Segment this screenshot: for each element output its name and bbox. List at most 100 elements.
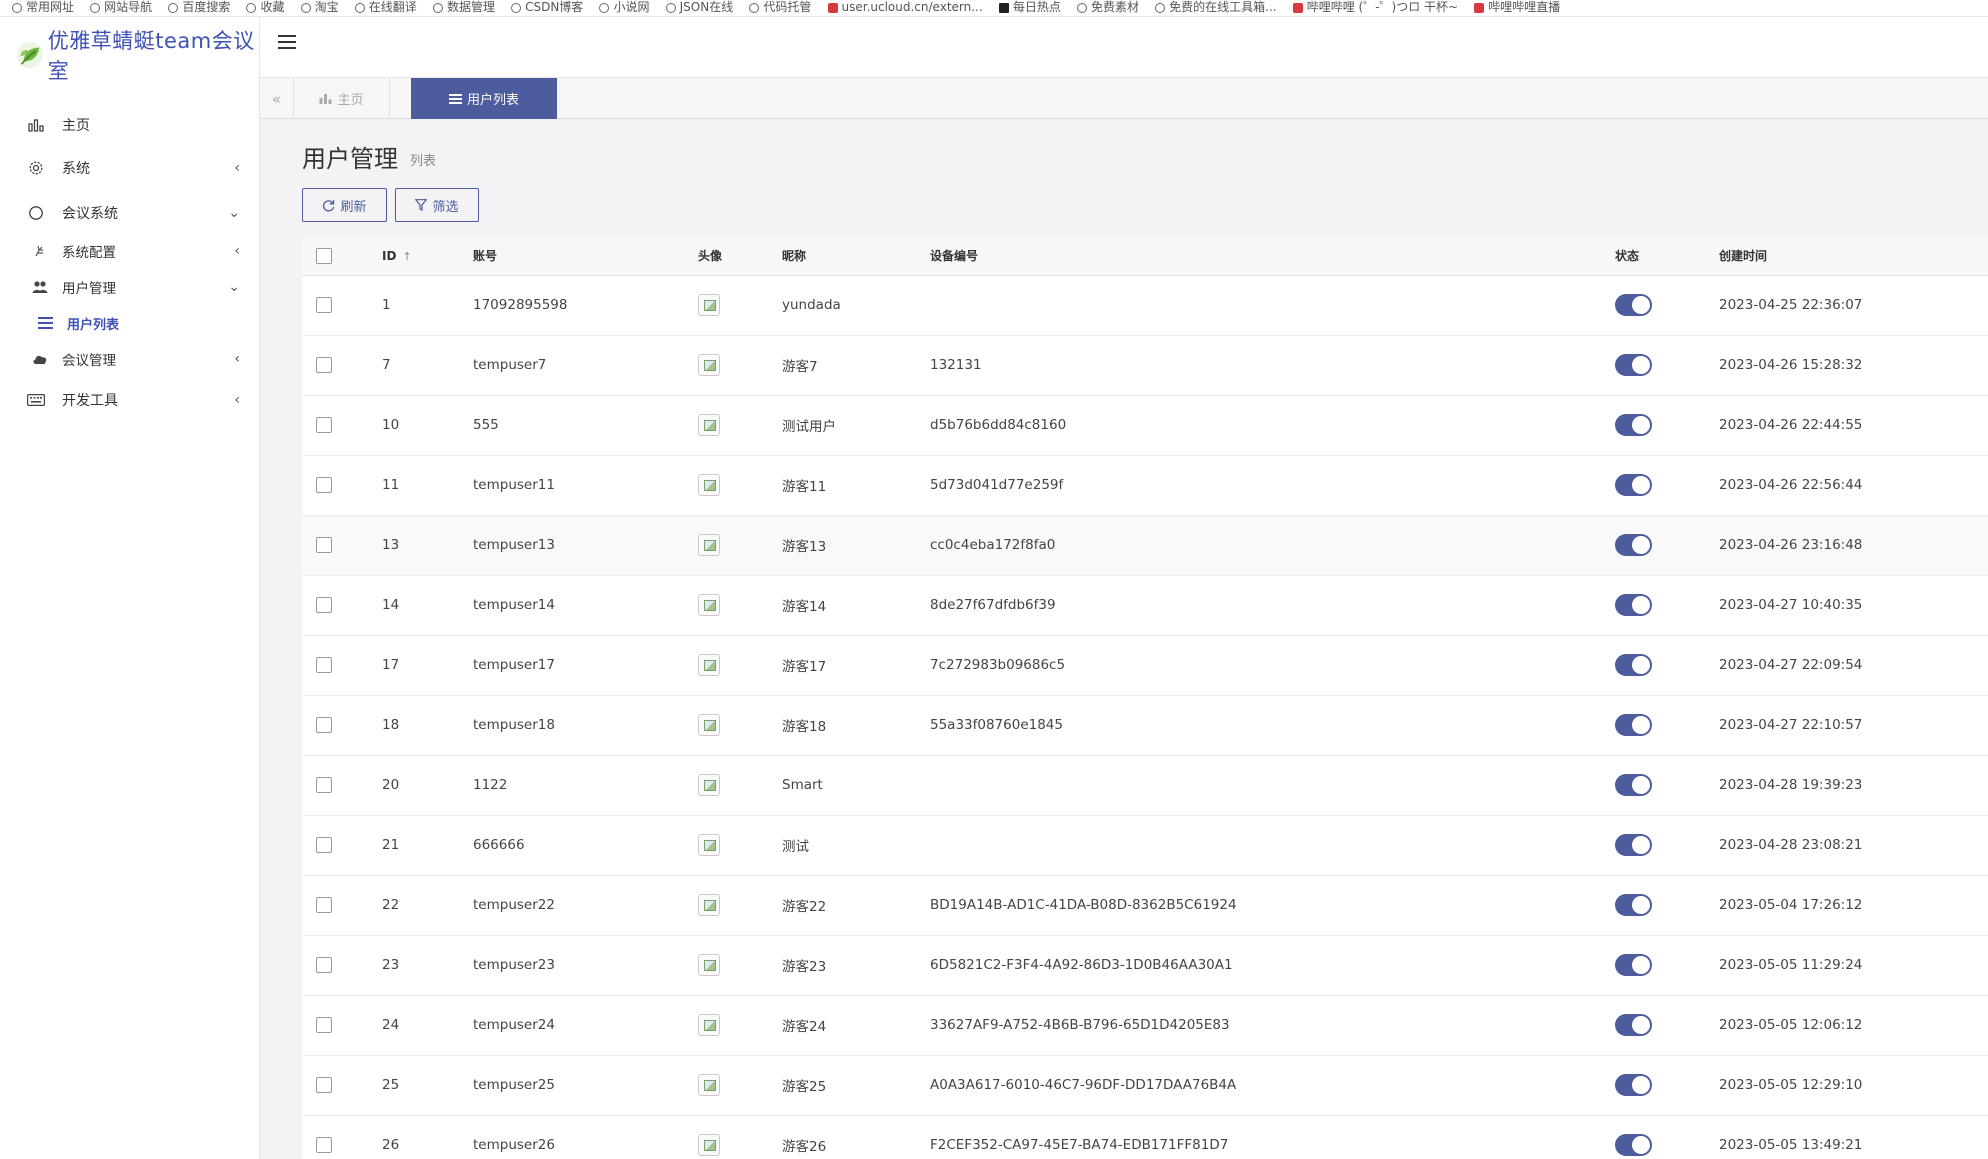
bookmark-item[interactable]: 免费的在线工具箱... [1155,0,1277,14]
sidebar-item-meeting-management[interactable]: 会议管理 ‹ [0,348,260,370]
row-checkbox[interactable] [316,537,332,553]
globe-icon [168,2,179,13]
avatar-image-icon[interactable] [698,954,720,976]
bookmark-item[interactable]: 哔哩哔哩 (゜-゜)つロ 干杯~ [1292,0,1458,14]
table-row[interactable]: 25 tempuser25 游客25 A0A3A617-6010-46C7-96DF-… [302,1055,1988,1116]
row-checkbox[interactable] [316,357,332,373]
bookmark-item[interactable]: JSON在线 [665,0,733,14]
cell-account: 555 [473,395,698,456]
avatar-image-icon[interactable] [698,294,720,316]
bookmark-item[interactable]: 数据管理 [432,0,495,14]
bookmark-item[interactable]: 代码托管 [749,0,811,14]
status-toggle[interactable] [1615,774,1652,796]
bookmark-item[interactable]: 小说网 [599,0,649,14]
bookmark-item[interactable]: 哔哩哔哩直播 [1474,0,1560,14]
bookmark-item[interactable]: 收藏 [246,0,284,14]
avatar-image-icon[interactable] [698,414,720,436]
table-row[interactable]: 11 tempuser11 游客11 5d73d041d77e259f 2023-04-… [302,455,1988,516]
filter-button[interactable]: 筛选 [395,188,479,222]
table-row[interactable]: 10 555 测试用户 d5b76b6dd84c8160 2023-04-26 22:4… [302,395,1988,456]
bookmark-item[interactable]: 在线翻译 [354,0,417,14]
refresh-button[interactable]: 刷新 [302,188,387,222]
bookmark-item[interactable]: 百度搜索 [168,0,230,14]
row-checkbox[interactable] [316,957,332,973]
cell-nickname: 测试 [782,815,930,876]
bookmark-item[interactable]: 网站导航 [90,0,152,14]
status-toggle[interactable] [1615,594,1652,616]
avatar-image-icon[interactable] [698,774,720,796]
table-row[interactable]: 7 tempuser7 游客7 132131 2023-04-26 15:28:32 [302,335,1988,396]
table-row[interactable]: 26 tempuser26 游客26 F2CEF352-CA97-45E7-BA74-… [302,1115,1988,1159]
chevron-down-icon: ⌄ [228,279,240,295]
status-toggle[interactable] [1615,534,1652,556]
sidebar-item-system[interactable]: 系统 ‹ [0,156,260,180]
bookmark-item[interactable]: user.ucloud.cn/extern... [827,0,983,14]
column-header-created: 创建时间 [1719,237,1988,276]
sidebar-item-dev-tools[interactable]: 开发工具 ‹ [0,388,260,412]
row-checkbox[interactable] [316,837,332,853]
row-checkbox[interactable] [316,1137,332,1153]
row-checkbox[interactable] [316,1077,332,1093]
table-row[interactable]: 23 tempuser23 游客23 6D5821C2-F3F4-4A92-86D3-… [302,935,1988,996]
status-toggle[interactable] [1615,834,1652,856]
table-row[interactable]: 14 tempuser14 游客14 8de27f67dfdb6f39 2023-04-… [302,575,1988,636]
status-toggle[interactable] [1615,294,1652,316]
row-checkbox[interactable] [316,297,332,313]
table-row[interactable]: 13 tempuser13 游客13 cc0c4eba172f8fa0 2023-04-… [302,515,1988,576]
row-checkbox[interactable] [316,897,332,913]
bookmark-item[interactable]: 淘宝 [300,0,339,14]
row-checkbox[interactable] [316,1017,332,1033]
status-toggle[interactable] [1615,474,1652,496]
row-checkbox[interactable] [316,417,332,433]
avatar-image-icon[interactable] [698,594,720,616]
tab-user-list[interactable]: 用户列表 [411,78,557,119]
status-toggle[interactable] [1615,654,1652,676]
sidebar-item-user-list[interactable]: 用户列表 [0,312,260,334]
table-row[interactable]: 18 tempuser18 游客18 55a33f08760e1845 2023-04-… [302,695,1988,756]
table-row[interactable]: 20 1122 Smart 2023-04-28 19:39:23 [302,755,1988,816]
bookmark-item[interactable]: 每日热点 [998,0,1061,14]
sidebar-item-home[interactable]: 主页 [0,113,260,137]
table-row[interactable]: 22 tempuser22 游客22 BD19A14B-AD1C-41DA-B08D-… [302,875,1988,936]
status-toggle[interactable] [1615,1134,1652,1156]
avatar-image-icon[interactable] [698,474,720,496]
status-toggle[interactable] [1615,894,1652,916]
avatar-image-icon[interactable] [698,654,720,676]
logo[interactable]: 优雅草蜻蜓team会议室 [0,17,259,93]
bookmark-item[interactable]: 免费素材 [1076,0,1139,14]
table-row[interactable]: 17 tempuser17 游客17 7c272983b09686c5 2023-04-… [302,635,1988,696]
avatar-image-icon[interactable] [698,834,720,856]
avatar-image-icon[interactable] [698,1014,720,1036]
avatar-image-icon[interactable] [698,1134,720,1156]
tab-home[interactable]: 主页 [294,78,390,119]
status-toggle[interactable] [1615,1014,1652,1036]
status-toggle[interactable] [1615,414,1652,436]
avatar-image-icon[interactable] [698,354,720,376]
bookmark-item[interactable]: 常用网址 [12,0,74,14]
row-checkbox[interactable] [316,777,332,793]
bookmark-item[interactable]: CSDN博客 [511,0,583,14]
select-all-checkbox[interactable] [316,247,332,264]
status-toggle[interactable] [1615,714,1652,736]
sidebar-item-meeting-system[interactable]: 会议系统 ⌄ [0,201,260,225]
row-checkbox[interactable] [316,657,332,673]
status-toggle[interactable] [1615,1074,1652,1096]
sidebar-item-user-management[interactable]: 用户管理 ⌄ [0,276,260,298]
avatar-image-icon[interactable] [698,1074,720,1096]
avatar-image-icon[interactable] [698,894,720,916]
table-row[interactable]: 21 666666 测试 2023-04-28 23:08:21 [302,815,1988,876]
table-row[interactable]: 24 tempuser24 游客24 33627AF9-A752-4B6B-B796-… [302,995,1988,1056]
status-toggle[interactable] [1615,954,1652,976]
row-checkbox[interactable] [316,717,332,733]
avatar-image-icon[interactable] [698,534,720,556]
menu-toggle-icon[interactable] [278,35,296,53]
row-checkbox[interactable] [316,597,332,613]
sidebar-item-system-config[interactable]: 系统配置 ‹ [0,240,260,262]
sort-arrow-icon[interactable]: ↑ [402,250,411,263]
double-chevron-left-icon[interactable]: « [260,78,294,119]
column-header-id[interactable]: ID ↑ [382,237,473,276]
row-checkbox[interactable] [316,477,332,493]
avatar-image-icon[interactable] [698,714,720,736]
status-toggle[interactable] [1615,354,1652,376]
table-row[interactable]: 1 17092895598 yundada 2023-04-25 22:36:07 [302,275,1988,336]
